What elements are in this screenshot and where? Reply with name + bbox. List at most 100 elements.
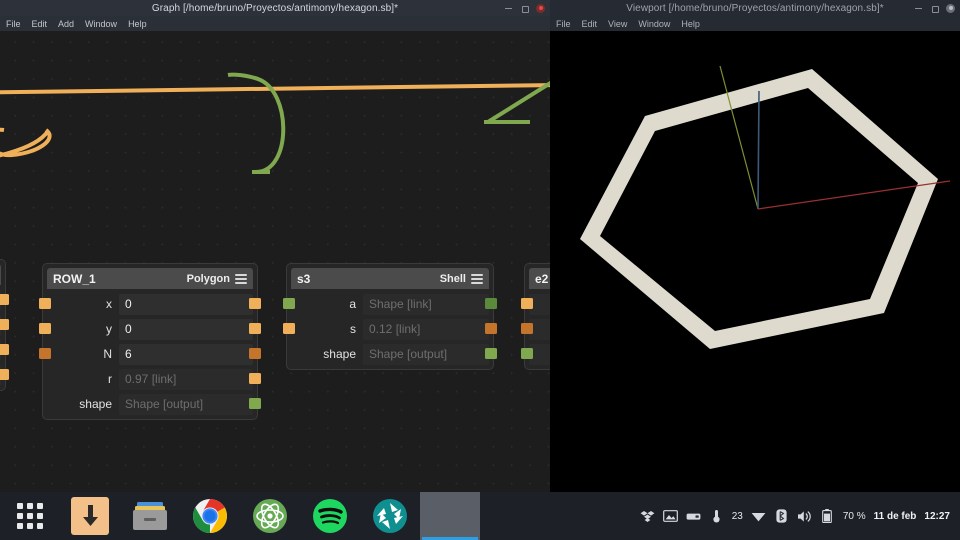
- launcher-app-grid[interactable]: [0, 492, 60, 540]
- port-in-e2-3[interactable]: [521, 348, 533, 359]
- port-out-shape[interactable]: [249, 398, 261, 409]
- wifi-icon[interactable]: [751, 509, 766, 523]
- bluetooth-icon[interactable]: [774, 509, 789, 523]
- node-row1[interactable]: ROW_1 Polygon x 0 y 0 N 6 r 0.97 [link] …: [39, 263, 261, 420]
- port-out-r[interactable]: [249, 373, 261, 384]
- node-e2[interactable]: e2: [521, 263, 550, 370]
- port-in-y[interactable]: [39, 323, 51, 334]
- node-row1-header[interactable]: ROW_1 Polygon: [47, 268, 253, 289]
- clock-time[interactable]: 12:27: [924, 511, 950, 522]
- row-label-y: y: [106, 322, 112, 336]
- port-in-a[interactable]: [283, 298, 295, 309]
- port-out-x[interactable]: [249, 298, 261, 309]
- menu-edit[interactable]: Edit: [581, 19, 599, 29]
- taskbar-window-button[interactable]: [420, 492, 480, 540]
- maximize-icon[interactable]: [930, 4, 939, 13]
- menu-file[interactable]: File: [555, 19, 572, 29]
- maximize-icon[interactable]: [520, 4, 529, 13]
- battery-level[interactable]: 70 %: [843, 511, 866, 522]
- chrome-icon: [191, 497, 229, 535]
- field-x[interactable]: 0: [119, 293, 253, 315]
- node-partial-left[interactable]: [0, 259, 9, 391]
- menu-edit[interactable]: Edit: [31, 19, 49, 29]
- viewport-titlebar[interactable]: Viewport [/home/bruno/Proyectos/antimony…: [550, 0, 960, 16]
- viewport-3d-canvas[interactable]: [550, 31, 960, 492]
- row-label-x: x: [106, 297, 112, 311]
- port-in-e2-1[interactable]: [521, 298, 533, 309]
- row-label-a: a: [349, 297, 356, 311]
- node-s3-rows: a Shape [link] s 0.12 [link] shape Shape…: [283, 289, 497, 365]
- table-row: y 0: [39, 318, 261, 340]
- launcher-download-manager[interactable]: [60, 492, 120, 540]
- launcher-file-manager[interactable]: [120, 492, 180, 540]
- field-shape[interactable]: Shape [output]: [119, 393, 253, 415]
- minimize-icon[interactable]: [504, 4, 513, 13]
- launcher-atom[interactable]: [240, 492, 300, 540]
- temperature-icon[interactable]: [709, 509, 724, 523]
- menu-help[interactable]: Help: [127, 19, 148, 29]
- node-s3-type: Shell: [439, 272, 466, 285]
- port-out-orange[interactable]: [0, 369, 9, 380]
- port-out-y[interactable]: [249, 323, 261, 334]
- atom-icon: [251, 497, 289, 535]
- volume-icon[interactable]: [797, 509, 812, 523]
- node-left-header[interactable]: [0, 264, 1, 285]
- table-row: [521, 318, 550, 340]
- port-out-s[interactable]: [485, 323, 497, 334]
- graph-canvas[interactable]: ROW_1 Polygon x 0 y 0 N 6 r 0.97 [link] …: [0, 31, 550, 492]
- viewport-scene: [580, 65, 951, 349]
- node-s3[interactable]: s3 Shell a Shape [link] s 0.12 [link] sh…: [283, 263, 497, 370]
- menu-window[interactable]: Window: [84, 19, 118, 29]
- spotify-icon: [311, 497, 349, 535]
- taskbar-launchers: [0, 492, 480, 540]
- port-in-s[interactable]: [283, 323, 295, 334]
- field-s[interactable]: 0.12 [link]: [363, 318, 489, 340]
- field-n[interactable]: 6: [119, 343, 253, 365]
- menu-file[interactable]: File: [5, 19, 22, 29]
- menu-view[interactable]: View: [607, 19, 628, 29]
- field-y[interactable]: 0: [119, 318, 253, 340]
- field-a[interactable]: Shape [link]: [363, 293, 489, 315]
- port-in-x[interactable]: [39, 298, 51, 309]
- port-out-a[interactable]: [485, 298, 497, 309]
- launcher-shotwell[interactable]: [360, 492, 420, 540]
- table-row: r 0.97 [link]: [47, 368, 261, 390]
- menu-add[interactable]: Add: [57, 19, 75, 29]
- hamburger-menu-icon[interactable]: [235, 273, 247, 284]
- port-out-orange[interactable]: [0, 344, 9, 355]
- table-row: shape Shape [output]: [47, 393, 261, 415]
- viewport-window: Viewport [/home/bruno/Proyectos/antimony…: [550, 0, 960, 492]
- close-icon[interactable]: [536, 3, 545, 13]
- menu-window[interactable]: Window: [637, 19, 671, 29]
- field-r[interactable]: 0.97 [link]: [119, 368, 253, 390]
- screenshot-icon[interactable]: [662, 509, 678, 523]
- row-label-shape: shape: [79, 397, 112, 411]
- launcher-chrome[interactable]: [180, 492, 240, 540]
- table-row: shape Shape [output]: [291, 343, 497, 365]
- node-row1-header-right: Polygon: [187, 273, 247, 285]
- keyboard-icon[interactable]: [686, 509, 701, 523]
- node-row1-name: ROW_1: [53, 271, 96, 286]
- port-out-orange[interactable]: [0, 319, 9, 330]
- viewport-window-controls: [914, 0, 955, 16]
- wire-green-s3-to-e2: [486, 80, 550, 124]
- port-in-e2-2[interactable]: [521, 323, 533, 334]
- field-shape[interactable]: Shape [output]: [363, 343, 489, 365]
- launcher-spotify[interactable]: [300, 492, 360, 540]
- temperature-value[interactable]: 23: [732, 511, 743, 522]
- hamburger-menu-icon[interactable]: [471, 273, 483, 284]
- dropbox-icon[interactable]: [640, 509, 655, 523]
- port-in-n[interactable]: [39, 348, 51, 359]
- port-out-orange[interactable]: [0, 294, 9, 305]
- clock-date[interactable]: 11 de feb: [874, 511, 917, 522]
- menu-help[interactable]: Help: [680, 19, 701, 29]
- close-icon[interactable]: [946, 3, 955, 13]
- node-s3-header[interactable]: s3 Shell: [291, 268, 489, 289]
- graph-titlebar[interactable]: Graph [/home/bruno/Proyectos/antimony/he…: [0, 0, 550, 16]
- port-out-n[interactable]: [249, 348, 261, 359]
- node-e2-header[interactable]: e2: [529, 268, 550, 289]
- table-row: [521, 343, 550, 365]
- minimize-icon[interactable]: [914, 4, 923, 13]
- battery-icon[interactable]: [820, 509, 835, 523]
- port-out-shape[interactable]: [485, 348, 497, 359]
